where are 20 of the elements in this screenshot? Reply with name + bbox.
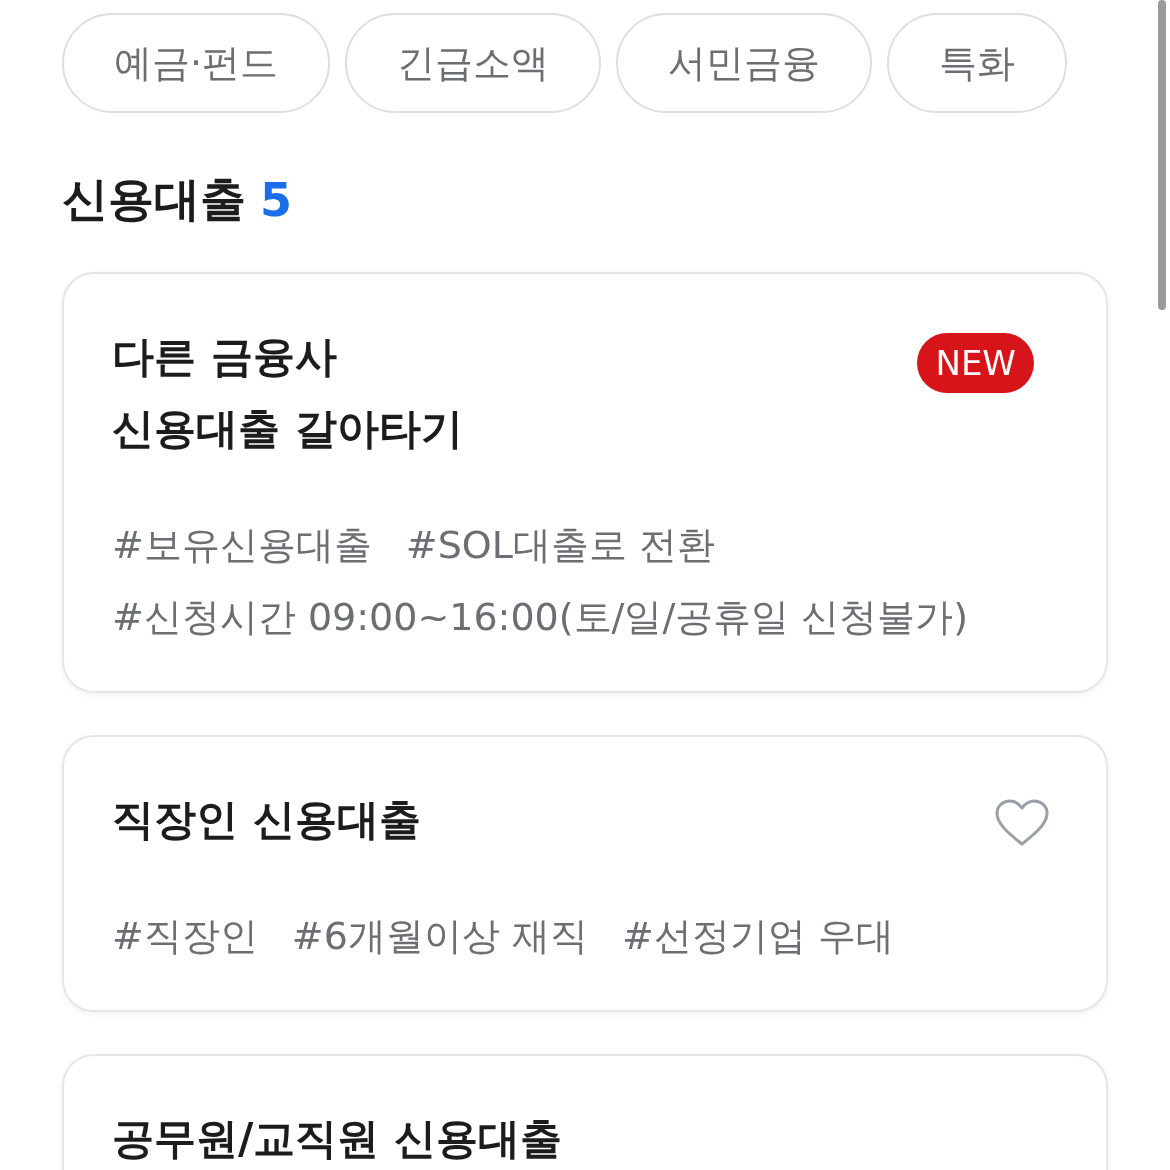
hashtag: #6개월이상 재직 <box>291 913 588 960</box>
filter-chip[interactable]: 예금·펀드 <box>62 13 331 113</box>
hashtag: #SOL대출로 전환 <box>405 522 715 569</box>
hashtag: #보유신용대출 <box>112 522 372 569</box>
card-title: 다른 금융사 신용대출 갈아타기 <box>112 331 463 455</box>
new-badge: NEW <box>917 333 1034 393</box>
hashtag: #선정기업 우대 <box>621 913 894 960</box>
filter-chip[interactable]: 서민금융 <box>616 13 873 113</box>
hashtag: #신청시간 09:00~16:00(토/일/공휴일 신청불가) <box>112 594 969 641</box>
loan-card[interactable]: 직장인 신용대출 #직장인 #6개월이상 재직 #선정기업 우대 <box>62 735 1108 1012</box>
card-title: 공무원/교직원 신용대출 <box>112 1113 562 1165</box>
heart-icon[interactable] <box>994 798 1050 848</box>
item-count: 5 <box>260 173 292 227</box>
card-title: 직장인 신용대출 <box>112 794 421 846</box>
filter-chip[interactable]: 긴급소액 <box>345 13 602 113</box>
filter-chip[interactable]: 특화 <box>887 13 1068 113</box>
loan-card[interactable]: 공무원/교직원 신용대출 <box>62 1054 1108 1170</box>
section-title: 신용대출 <box>62 171 246 228</box>
loan-card[interactable]: 다른 금융사 신용대출 갈아타기 NEW #보유신용대출 #SOL대출로 전환 #신청시간 09:00~16:00(토/일/공휴일 신청불가) <box>62 272 1108 693</box>
hashtag: #직장인 <box>112 913 258 960</box>
